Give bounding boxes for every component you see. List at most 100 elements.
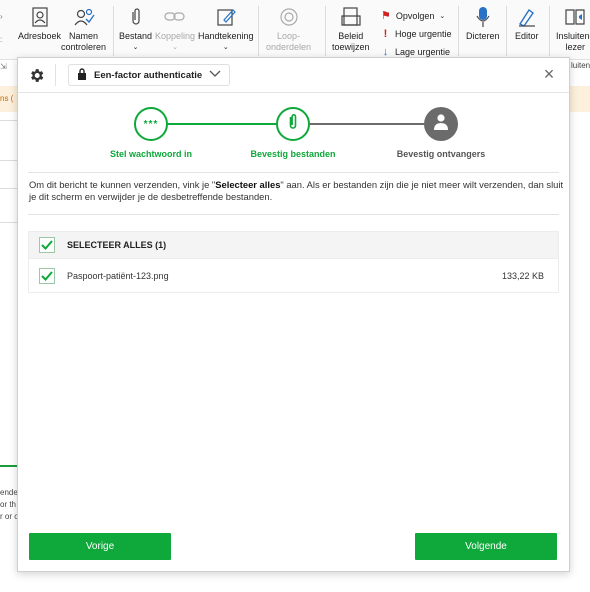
chevron-down-icon: ⌄ [132, 44, 139, 51]
microphone-icon [472, 6, 494, 28]
ribbon-edge-mark: › [0, 12, 3, 21]
immersive-reader-icon [564, 6, 586, 28]
chevron-down-icon: ⌄ [222, 44, 229, 51]
link-icon [164, 6, 186, 28]
editor-label: Editor [515, 31, 539, 41]
background-text: ende [0, 488, 18, 497]
immersive-reader-label-2: lezer [565, 42, 586, 52]
select-all-row[interactable]: SELECTEER ALLES (1) [28, 231, 559, 259]
chevron-down-icon [209, 70, 221, 81]
checkmark-icon [41, 240, 53, 250]
background-line [0, 188, 18, 189]
address-book-icon [29, 6, 51, 28]
assign-policy-label-2: toewijzen [332, 42, 370, 52]
low-importance-label: Lage urgentie [395, 47, 451, 57]
ribbon-separator [258, 6, 259, 56]
header-separator [55, 64, 56, 86]
attach-file-button[interactable]: Bestand ⌄ [119, 6, 152, 53]
link-label: Koppeling [155, 31, 196, 41]
check-names-button[interactable]: Namen controleren [61, 6, 106, 53]
address-book-label: Adresboek [18, 31, 62, 41]
dialog-header: Een-factor authenticatie × [18, 58, 569, 93]
flag-icon: ⚑ [381, 10, 391, 22]
file-list: SELECTEER ALLES (1) Paspoort-patiënt-123… [28, 231, 559, 293]
background-accent-line [0, 465, 18, 467]
follow-up-button[interactable]: ⚑ Opvolgen ⌄ [381, 9, 445, 22]
link-button[interactable]: Koppeling ⌄ [155, 6, 195, 53]
background-line [0, 222, 18, 223]
person-icon [433, 113, 449, 136]
auth-mode-dropdown[interactable]: Een-factor authenticatie [68, 64, 231, 86]
ribbon-separator [458, 6, 459, 56]
policy-icon [340, 6, 362, 28]
ribbon-separator [113, 6, 114, 56]
step-password-circle: *** [134, 107, 168, 141]
ribbon-separator [325, 6, 326, 56]
assign-policy-button[interactable]: Beleid toewijzen [332, 6, 370, 53]
file-row[interactable]: Paspoort-patiënt-123.png 133,22 KB [28, 259, 559, 293]
loop-label-1: Loop- [277, 31, 301, 41]
chevron-down-icon: ⌄ [439, 12, 446, 20]
high-importance-label: Hoge urgentie [395, 29, 452, 39]
select-all-checkbox[interactable] [39, 237, 55, 253]
loop-components-button[interactable]: Loop- onderdelen [266, 6, 311, 53]
outlook-window: { "ribbon": { "adresboek": "Adresboek", … [0, 0, 590, 592]
assign-policy-label-1: Beleid [338, 31, 364, 41]
signature-button[interactable]: Handtekening ⌄ [198, 6, 254, 53]
instruction-text-part1: Om dit bericht te kunnen verzenden, vink… [29, 179, 216, 190]
background-text: r or c [0, 512, 19, 521]
attach-file-label: Bestand [119, 31, 153, 41]
high-importance-button[interactable]: ! Hoge urgentie [381, 28, 452, 40]
progress-stepper: *** Stel wachtwoord in Bevestig bestande… [18, 93, 569, 183]
close-icon[interactable]: × [541, 65, 557, 83]
gear-icon[interactable] [28, 67, 45, 84]
step-connector-pending [310, 123, 424, 125]
paperclip-icon [287, 113, 299, 136]
check-names-icon [73, 6, 95, 28]
lock-icon [77, 67, 87, 83]
section-divider [28, 172, 559, 173]
file-size: 133,22 KB [502, 270, 545, 281]
back-button[interactable]: Vorige [29, 533, 171, 560]
immersive-reader-button[interactable]: Insluitend lezer [556, 6, 590, 53]
checkmark-icon [41, 270, 53, 281]
ribbon: › : Adresboek Namen controleren Bestand … [0, 0, 590, 60]
check-names-label-1: Namen [69, 31, 99, 41]
file-checkbox[interactable] [39, 267, 55, 284]
exclamation-icon: ! [383, 28, 388, 40]
instruction-text-bold: Selecteer alles [215, 179, 281, 190]
password-dots-icon: *** [143, 118, 159, 130]
ribbon-group-launcher-icon: ⇲ [0, 62, 7, 71]
instruction-text: Om dit bericht te kunnen verzenden, vink… [29, 179, 569, 203]
background-line [0, 160, 18, 161]
check-names-label-2: controleren [61, 42, 107, 52]
paperclip-icon [125, 6, 147, 28]
loop-icon [278, 6, 300, 28]
step-recipients-circle [424, 107, 458, 141]
auth-mode-label: Een-factor authenticatie [94, 69, 203, 81]
follow-up-label: Opvolgen [395, 10, 435, 21]
dictate-label: Dicteren [466, 31, 500, 41]
editor-pen-icon [516, 6, 538, 28]
chevron-down-icon: ⌄ [172, 44, 178, 51]
ribbon-separator [549, 6, 550, 56]
immersive-group-label: luiten [571, 61, 590, 70]
step-connector-done [168, 123, 276, 125]
signature-icon [215, 6, 237, 28]
step-files-circle [276, 107, 310, 141]
immersive-reader-label-1: Insluitend [556, 31, 590, 41]
info-bar-text: ns ( [0, 94, 14, 103]
secure-send-dialog: Een-factor authenticatie × *** Stel wach… [17, 57, 570, 572]
next-button[interactable]: Volgende [415, 533, 557, 560]
address-book-button[interactable]: Adresboek [18, 6, 61, 42]
ribbon-separator [506, 6, 507, 56]
select-all-label: SELECTEER ALLES (1) [67, 240, 167, 250]
ribbon-edge-mark: : [0, 35, 3, 44]
loop-label-2: onderdelen [266, 42, 312, 52]
background-line [0, 120, 18, 121]
step-password-label: Stel wachtwoord in [109, 149, 192, 159]
signature-label: Handtekening [198, 31, 254, 41]
step-files-label: Bevestig bestanden [250, 149, 336, 159]
editor-button[interactable]: Editor [515, 6, 539, 42]
dictate-button[interactable]: Dicteren [466, 6, 500, 42]
